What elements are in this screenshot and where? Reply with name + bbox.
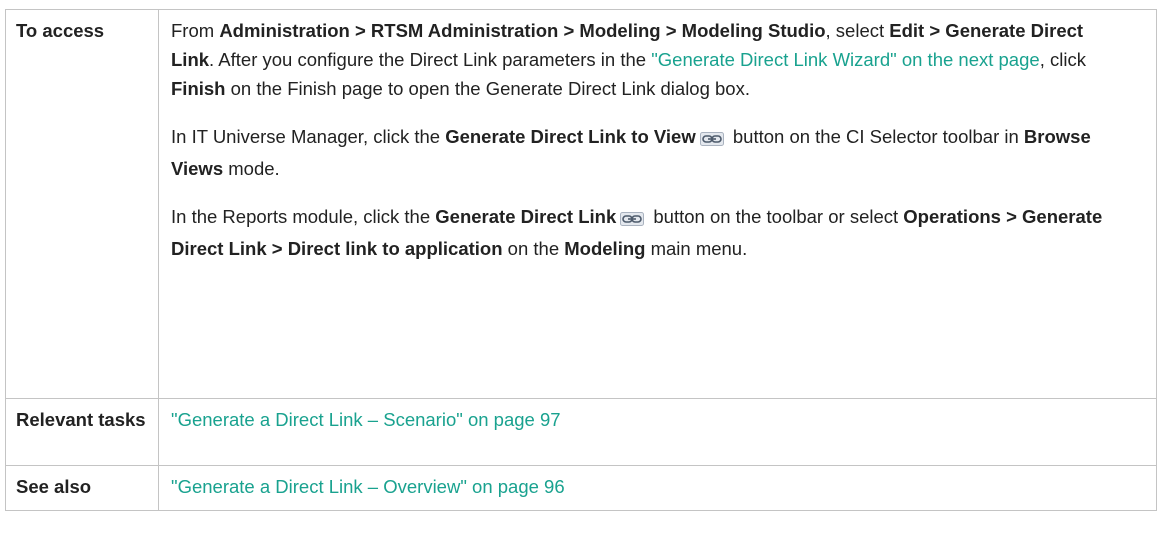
access-paragraph-modeling-studio: From Administration > RTSM Administratio… (171, 16, 1128, 103)
menu-name: Modeling (564, 238, 646, 259)
access-paragraph-it-universe: In IT Universe Manager, click the Genera… (171, 122, 1128, 183)
text: , click (1039, 49, 1086, 70)
row-label-to-access: To access (5, 9, 159, 399)
button-name: Generate Direct Link to View (445, 126, 696, 147)
chain-link-icon (620, 205, 645, 234)
row-content-see-also: "Generate a Direct Link – Overview" on p… (158, 465, 1157, 511)
button-name: Generate Direct Link (435, 206, 617, 227)
menu-path: Administration > RTSM Administration > M… (219, 20, 826, 41)
text: From (171, 20, 220, 41)
overview-link[interactable]: "Generate a Direct Link – Overview" on p… (171, 476, 565, 497)
table-row-relevant-tasks: Relevant tasks "Generate a Direct Link –… (5, 398, 1157, 466)
chain-link-icon (699, 125, 724, 154)
scenario-link[interactable]: "Generate a Direct Link – Scenario" on p… (171, 409, 561, 430)
row-label-see-also: See also (5, 465, 159, 511)
text: In IT Universe Manager, click the (171, 126, 446, 147)
button-name: Finish (171, 78, 226, 99)
table-row-to-access: To access From Administration > RTSM Adm… (5, 9, 1157, 399)
info-table: To access From Administration > RTSM Adm… (5, 9, 1157, 511)
row-label-relevant-tasks: Relevant tasks (5, 398, 159, 466)
access-paragraph-reports: In the Reports module, click the Generat… (171, 202, 1128, 263)
text: . After you configure the Direct Link pa… (209, 49, 652, 70)
row-content-to-access: From Administration > RTSM Administratio… (158, 9, 1157, 399)
table-row-see-also: See also "Generate a Direct Link – Overv… (5, 465, 1157, 511)
text: In the Reports module, click the (171, 206, 436, 227)
text: mode. (223, 158, 280, 179)
text: button on the CI Selector toolbar in (727, 126, 1024, 147)
text: button on the toolbar or select (648, 206, 904, 227)
text: on the (502, 238, 565, 259)
text: , select (825, 20, 890, 41)
text: on the Finish page to open the Generate … (225, 78, 750, 99)
row-content-relevant-tasks: "Generate a Direct Link – Scenario" on p… (158, 398, 1157, 466)
text: main menu. (645, 238, 748, 259)
wizard-link[interactable]: "Generate Direct Link Wizard" on the nex… (651, 49, 1039, 70)
